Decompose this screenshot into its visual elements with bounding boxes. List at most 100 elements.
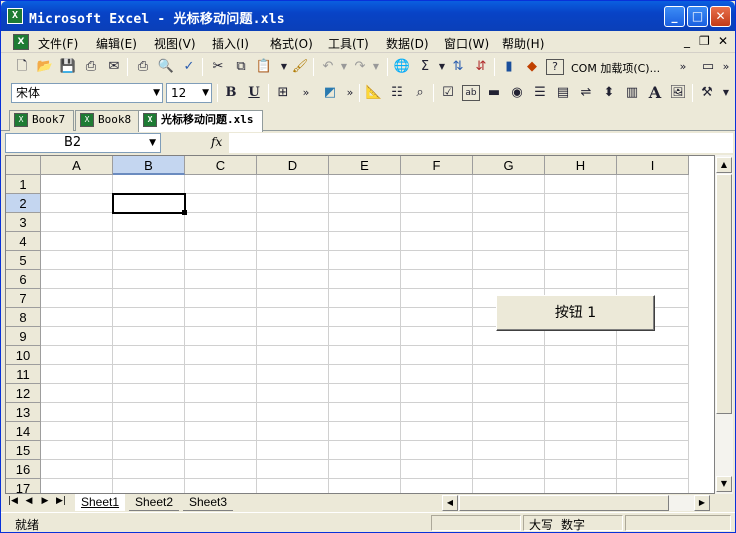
column-header[interactable]: D (257, 156, 329, 175)
column-header[interactable]: A (41, 156, 113, 175)
title-bar[interactable]: X Microsoft Excel - 光标移动问题.xls _ □ ✕ (1, 1, 735, 31)
toolbar-overflow-icon[interactable]: » (341, 85, 359, 101)
toggle-button-control-icon[interactable]: ⇌ (577, 85, 595, 101)
cut-icon[interactable]: ✂ (209, 59, 227, 75)
help-icon[interactable]: ? (546, 59, 564, 75)
paste-icon[interactable]: 📋 (255, 59, 273, 75)
row-header[interactable]: 17 (6, 479, 41, 493)
row-header[interactable]: 12 (6, 384, 41, 403)
active-cell[interactable] (112, 193, 186, 214)
vertical-scroll-thumb[interactable] (716, 174, 732, 414)
button-control-icon[interactable]: ▬ (485, 85, 503, 101)
prev-sheet-icon[interactable]: ◀ (23, 496, 35, 506)
select-all-button[interactable] (6, 156, 41, 175)
sheet-tab-sheet3[interactable]: Sheet3 (183, 494, 234, 511)
column-header[interactable]: H (545, 156, 617, 175)
chart-wizard-icon[interactable]: ▮ (500, 59, 518, 75)
drawing-icon[interactable]: ◆ (523, 59, 541, 75)
menu-window[interactable]: 窗口(W) (444, 35, 489, 52)
row-header[interactable]: 2 (6, 194, 41, 213)
row-header[interactable]: 1 (6, 175, 41, 194)
spin-button-control-icon[interactable]: ⬍ (600, 85, 618, 101)
font-name-select[interactable]: 宋体 ▼ (11, 83, 163, 103)
column-header[interactable]: E (329, 156, 401, 175)
sort-descending-icon[interactable]: ⇵ (472, 59, 490, 75)
worksheet-grid[interactable]: A B C D E F G H I 1 2 3 4 5 6 7 8 9 10 11 12 13 14 15 16 17 按钮 1 (5, 155, 715, 494)
design-mode-icon[interactable]: 📐 (365, 85, 383, 101)
image-control-icon[interactable]: 🖼 (669, 85, 687, 101)
row-header[interactable]: 6 (6, 270, 41, 289)
more-controls-dropdown-icon[interactable]: ▼ (717, 85, 735, 101)
scroll-right-icon[interactable]: ▶ (694, 495, 710, 511)
row-header[interactable]: 5 (6, 251, 41, 270)
row-header[interactable]: 7 (6, 289, 41, 308)
vertical-scrollbar[interactable]: ▲ ▼ (715, 155, 733, 494)
row-header[interactable]: 16 (6, 460, 41, 479)
scrollbar-control-icon[interactable]: ▥ (623, 85, 641, 101)
toolbar-extra-icon[interactable]: ▭ (699, 59, 717, 75)
row-header[interactable]: 14 (6, 422, 41, 441)
option-button-control-icon[interactable]: ◉ (508, 85, 526, 101)
menu-data[interactable]: 数据(D) (386, 35, 429, 52)
column-header[interactable]: G (473, 156, 545, 175)
row-header[interactable]: 10 (6, 346, 41, 365)
copy-icon[interactable]: ⧉ (232, 59, 250, 75)
form-button-1[interactable]: 按钮 1 (496, 295, 655, 331)
merge-center-icon[interactable]: ⊞ (274, 85, 292, 101)
column-header[interactable]: C (185, 156, 257, 175)
toolbar-overflow-icon[interactable]: » (674, 59, 692, 75)
listbox-control-icon[interactable]: ☰ (531, 85, 549, 101)
more-controls-icon[interactable]: ⚒ (698, 85, 716, 101)
doc-tab-active[interactable]: X 光标移动问题.xls (138, 110, 263, 132)
column-header[interactable]: F (401, 156, 473, 175)
doc-close-button[interactable]: ✕ (718, 34, 728, 48)
toolbar-overflow-icon[interactable]: » (717, 59, 735, 75)
fill-color-icon[interactable]: ◩ (321, 85, 339, 101)
font-size-select[interactable]: 12 ▼ (166, 83, 212, 103)
underline-button[interactable]: U (245, 85, 263, 101)
menu-view[interactable]: 视图(V) (154, 35, 196, 52)
textbox-control-icon[interactable]: ab (462, 85, 480, 101)
formula-input[interactable] (229, 133, 733, 153)
column-header[interactable]: B (113, 156, 185, 175)
chevron-down-icon[interactable]: ▼ (149, 134, 156, 152)
print-preview-icon[interactable]: 🔍 (157, 59, 175, 75)
view-code-icon[interactable]: ⌕ (411, 85, 429, 101)
row-header[interactable]: 4 (6, 232, 41, 251)
doc-tab-book7[interactable]: X Book7 (9, 110, 75, 131)
scroll-left-icon[interactable]: ◀ (442, 495, 458, 511)
row-header[interactable]: 8 (6, 308, 41, 327)
menu-format[interactable]: 格式(O) (270, 35, 313, 52)
doc-restore-button[interactable]: ❐ (699, 34, 710, 48)
horizontal-scrollbar[interactable]: ◀ ▶ (442, 495, 710, 511)
row-header[interactable]: 13 (6, 403, 41, 422)
row-header[interactable]: 3 (6, 213, 41, 232)
sort-ascending-icon[interactable]: ⇅ (449, 59, 467, 75)
column-header[interactable]: I (617, 156, 689, 175)
row-header[interactable]: 11 (6, 365, 41, 384)
menu-help[interactable]: 帮助(H) (502, 35, 544, 52)
close-button[interactable]: ✕ (710, 6, 731, 27)
save-icon[interactable]: 💾 (59, 59, 77, 75)
workbook-icon[interactable]: X (13, 34, 29, 50)
row-header[interactable]: 9 (6, 327, 41, 346)
doc-minimize-button[interactable]: _ (684, 34, 690, 48)
sheet-tab-sheet1[interactable]: Sheet1 (75, 494, 126, 511)
new-icon[interactable]: 🗋 (13, 59, 31, 75)
scroll-up-icon[interactable]: ▲ (716, 157, 732, 173)
row-header[interactable]: 15 (6, 441, 41, 460)
last-sheet-icon[interactable]: ▶| (55, 496, 67, 506)
menu-insert[interactable]: 插入(I) (212, 35, 249, 52)
minimize-button[interactable]: _ (664, 6, 685, 27)
combobox-control-icon[interactable]: ▤ (554, 85, 572, 101)
menu-file[interactable]: 文件(F) (38, 35, 78, 52)
menu-tools[interactable]: 工具(T) (328, 35, 369, 52)
email-icon[interactable]: ✉ (105, 59, 123, 75)
properties-icon[interactable]: ☷ (388, 85, 406, 101)
insert-function-icon[interactable]: fx (211, 135, 222, 149)
autosum-icon[interactable]: Σ (416, 59, 434, 75)
checkbox-control-icon[interactable]: ☑ (439, 85, 457, 101)
hyperlink-icon[interactable]: 🌐 (393, 59, 411, 75)
redo-dropdown-icon[interactable]: ▼ (367, 59, 385, 75)
doc-tab-book8[interactable]: X Book8 (75, 110, 141, 131)
